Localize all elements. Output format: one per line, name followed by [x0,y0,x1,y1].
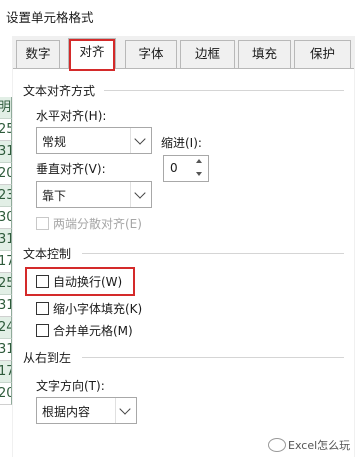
strip-cell: 20 [0,163,12,185]
tab-number[interactable]: 数字 [16,40,60,68]
indent-label: 缩进(I): [161,136,202,150]
wrap-text-checkbox[interactable] [36,275,49,288]
strip-cell: 24 [0,317,12,339]
dialog-title: 设置单元格格式 [6,10,94,25]
vertical-align-value: 靠下 [42,189,67,203]
watermark-text: Excel怎么玩 [288,439,351,452]
merge-cells-label: 合并单元格(M) [53,324,133,338]
strip-cell: 25 [0,273,12,295]
strip-cell: 31 [0,339,12,361]
chevron-down-icon [134,187,146,199]
text-direction-value: 根据内容 [42,405,91,419]
triangle-up-icon [196,159,202,163]
distributed-justify-label: 两端分散对齐(E) [53,217,142,231]
section-title-text-control: 文本控制 [23,247,72,261]
tab-border[interactable]: 边框 [180,40,235,68]
strip-cell: 23 [0,185,12,207]
section-divider [82,253,344,254]
horizontal-align-label: 水平对齐(H): [36,109,107,123]
tab-alignment-highlight [69,39,115,71]
indent-spinner[interactable]: 0 [163,155,209,182]
section-title-alignment: 文本对齐方式 [23,84,96,98]
sheet-strip: 明 25 31 20 23 30 31 17 25 31 24 31 17 20 [0,36,12,457]
section-title-rtl: 从右到左 [23,351,72,365]
distributed-justify-checkbox[interactable] [36,217,49,230]
text-direction-label: 文字方向(T): [36,379,105,393]
indent-decrease-button[interactable] [192,169,208,181]
chevron-down-icon [134,133,146,145]
strip-cell: 31 [0,141,12,163]
shrink-to-fit-checkbox[interactable] [36,302,49,315]
section-divider [104,90,344,91]
strip-cell: 31 [0,295,12,317]
vertical-align-dropdown-button[interactable] [130,182,151,207]
strip-cell: 17 [0,251,12,273]
tab-fill[interactable]: 填充 [238,40,291,68]
horizontal-align-combobox[interactable]: 常规 [36,127,152,154]
strip-cell: 25 [0,119,12,141]
horizontal-align-dropdown-button[interactable] [130,128,151,153]
tab-bar: 数字 对齐 字体 边框 填充 保护 [12,38,355,71]
wechat-icon [268,438,286,452]
section-divider [82,357,344,358]
strip-cell: 30 [0,207,12,229]
text-direction-combobox[interactable]: 根据内容 [36,397,137,424]
merge-cells-checkbox[interactable] [36,324,49,337]
strip-cell: 31 [0,229,12,251]
indent-value: 0 [170,161,178,175]
horizontal-align-value: 常规 [42,135,67,149]
vertical-align-label: 垂直对齐(V): [36,162,106,176]
tab-protection[interactable]: 保护 [294,40,351,68]
vertical-align-combobox[interactable]: 靠下 [36,181,152,208]
tab-font[interactable]: 字体 [125,40,177,68]
indent-increase-button[interactable] [192,156,208,168]
chevron-down-icon [119,403,131,415]
shrink-to-fit-label: 缩小字体填充(K) [53,302,143,316]
strip-cell: 17 [0,361,12,383]
strip-cell: 20 [0,383,12,405]
strip-cell: 明 [0,97,12,119]
text-direction-dropdown-button[interactable] [115,398,136,423]
wrap-text-label: 自动换行(W) [53,275,123,289]
triangle-down-icon [196,172,202,176]
